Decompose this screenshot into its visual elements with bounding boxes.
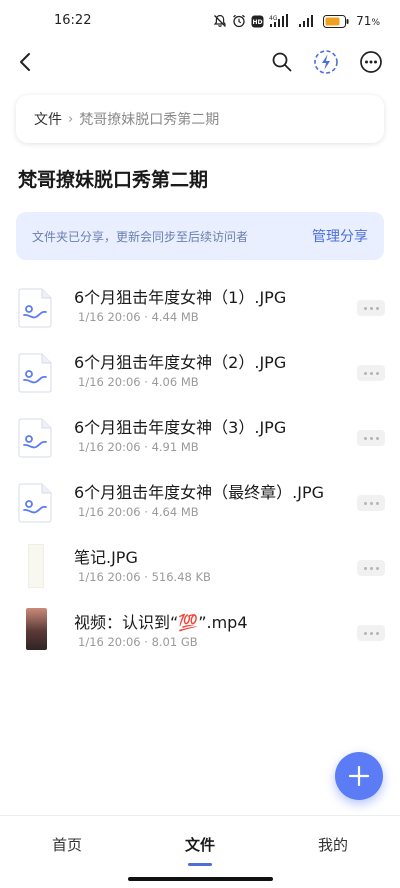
tab-mine[interactable]: 我的 — [283, 834, 383, 855]
file-name: 笔记.JPG — [74, 548, 138, 567]
file-name: 6个月狙击年度女神（最终章）.JPG — [74, 483, 325, 502]
add-button[interactable] — [335, 752, 383, 800]
file-row[interactable]: 笔记.JPG 1/16 20:06 · 516.48 KB — [0, 540, 400, 600]
share-banner: 文件夹已分享，更新会同步至后续访问者 管理分享 — [16, 212, 384, 260]
hd-badge-icon: HD — [251, 15, 264, 28]
svg-text:HD: HD — [253, 19, 263, 26]
file-name: 视频：认识到“💯”.mp4 — [74, 613, 248, 632]
file-meta: 1/16 20:06 · 4.91 MB — [78, 440, 199, 454]
file-more-button[interactable] — [357, 625, 385, 641]
more-options-button[interactable] — [357, 48, 385, 76]
status-icons: HD 4G 71% — [213, 12, 380, 30]
transfer-button[interactable] — [312, 48, 340, 76]
file-row[interactable]: 视频：认识到“💯”.mp4 1/16 20:06 · 8.01 GB — [0, 605, 400, 665]
image-file-icon — [18, 288, 54, 328]
status-bar: 16:22 HD 4G 71% — [0, 0, 400, 44]
plus-icon — [348, 765, 370, 787]
back-button[interactable] — [12, 48, 40, 76]
manage-share-button[interactable]: 管理分享 — [312, 226, 368, 246]
signal-4g-icon: 4G — [269, 14, 293, 28]
image-file-icon — [18, 483, 54, 523]
battery-percent: 71% — [356, 14, 380, 28]
breadcrumb-current: 梵哥撩妹脱口秀第二期 — [79, 112, 220, 128]
more-circle-icon — [360, 51, 382, 73]
file-more-button[interactable] — [357, 300, 385, 316]
file-name: 6个月狙击年度女神（2）.JPG — [74, 353, 287, 372]
page-title: 梵哥撩妹脱口秀第二期 — [18, 169, 209, 191]
file-name: 6个月狙击年度女神（3）.JPG — [74, 418, 287, 437]
screen: 16:22 HD 4G 71% 文件 › 梵哥撩妹脱口秀第二期 梵哥撩妹脱口秀第… — [0, 0, 400, 888]
battery-icon — [323, 14, 349, 28]
search-button[interactable] — [268, 48, 296, 76]
svg-text:4G: 4G — [269, 15, 278, 22]
breadcrumb-root[interactable]: 文件 — [34, 109, 62, 129]
top-bar — [0, 44, 400, 80]
signal-bars-icon — [298, 14, 318, 28]
file-row[interactable]: 6个月狙击年度女神（3）.JPG 1/16 20:06 · 4.91 MB — [0, 410, 400, 470]
file-row[interactable]: 6个月狙击年度女神（2）.JPG 1/16 20:06 · 4.06 MB — [0, 345, 400, 405]
image-file-icon — [18, 353, 54, 393]
file-more-button[interactable] — [357, 365, 385, 381]
breadcrumb: 文件 › 梵哥撩妹脱口秀第二期 — [16, 95, 384, 143]
tab-files[interactable]: 文件 — [150, 834, 250, 855]
tab-home[interactable]: 首页 — [17, 834, 117, 855]
file-meta: 1/16 20:06 · 4.06 MB — [78, 375, 199, 389]
file-more-button[interactable] — [357, 430, 385, 446]
mute-bell-icon — [213, 14, 227, 28]
video-thumbnail — [26, 608, 47, 650]
file-meta: 1/16 20:06 · 8.01 GB — [78, 635, 198, 649]
image-file-icon — [18, 418, 54, 458]
chevron-left-icon — [20, 53, 30, 71]
file-more-button[interactable] — [357, 560, 385, 576]
file-meta: 1/16 20:06 · 4.64 MB — [78, 505, 199, 519]
file-meta: 1/16 20:06 · 516.48 KB — [78, 570, 211, 584]
file-name: 6个月狙击年度女神（1）.JPG — [74, 288, 287, 307]
breadcrumb-separator: › — [68, 111, 74, 127]
active-tab-indicator — [188, 863, 212, 866]
file-meta: 1/16 20:06 · 4.44 MB — [78, 310, 199, 324]
home-indicator — [128, 877, 273, 881]
status-time: 16:22 — [54, 13, 92, 28]
notes-thumbnail — [28, 544, 44, 588]
lightning-icon — [314, 50, 338, 74]
file-more-button[interactable] — [357, 495, 385, 511]
file-row[interactable]: 6个月狙击年度女神（最终章）.JPG 1/16 20:06 · 4.64 MB — [0, 475, 400, 535]
search-icon — [272, 52, 292, 72]
file-row[interactable]: 6个月狙击年度女神（1）.JPG 1/16 20:06 · 4.44 MB — [0, 280, 400, 340]
share-banner-text: 文件夹已分享，更新会同步至后续访问者 — [32, 229, 249, 244]
alarm-icon — [232, 14, 246, 28]
